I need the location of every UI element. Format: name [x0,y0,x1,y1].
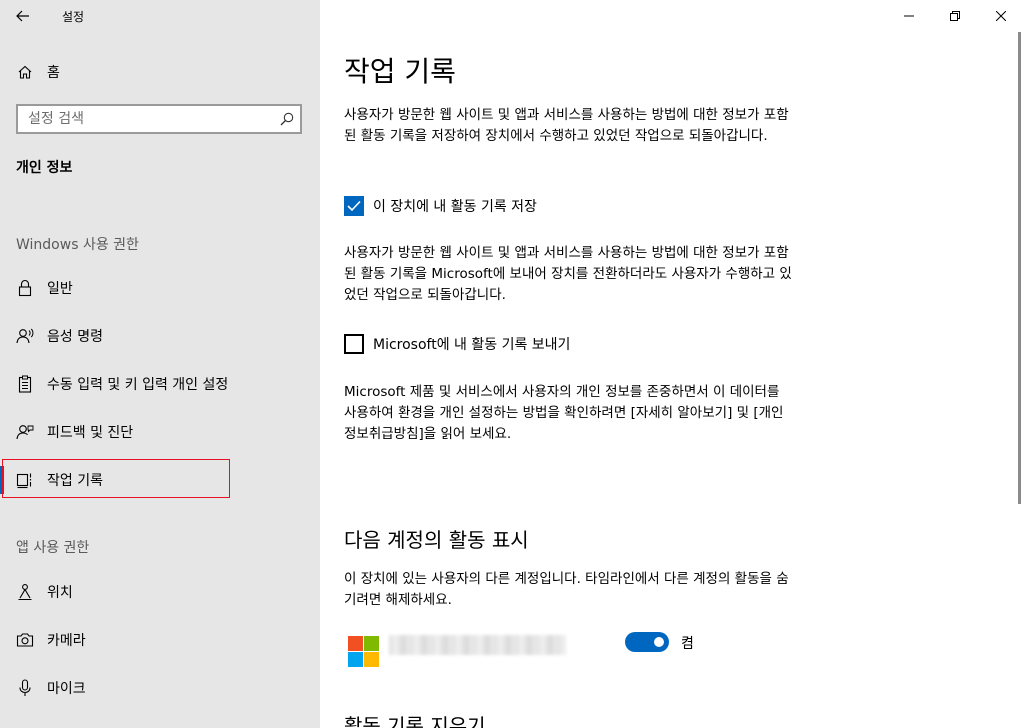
store-activity-label: 이 장치에 내 활동 기록 저장 [373,199,537,215]
sidebar-item-label: 피드백 및 진단 [47,425,134,441]
lock-icon [16,279,34,297]
restore-button[interactable] [932,0,978,32]
clear-history-heading: 활동 기록 지우기 [344,714,486,728]
store-activity-checkbox-row[interactable]: 이 장치에 내 활동 기록 저장 [344,195,537,217]
microphone-icon [16,679,34,697]
main-content: 작업 기록 사용자가 방문한 웹 사이트 및 앱과 서비스를 사용하는 방법에 … [320,0,1024,728]
sidebar-item-general[interactable]: 일반 [0,268,320,308]
sidebar: 설정 홈 개인 정보 Windows 사용 권한 [0,0,320,728]
location-icon [16,583,34,601]
sidebar-item-label: 수동 입력 및 키 입력 개인 설정 [47,377,229,393]
sidebar-item-activity-history[interactable]: 작업 기록 [0,460,320,500]
sidebar-item-home[interactable]: 홈 [0,52,320,92]
title-bar-left: 설정 [0,0,320,32]
sidebar-item-feedback[interactable]: 피드백 및 진단 [0,412,320,452]
store-activity-checkbox[interactable] [344,196,364,216]
send-activity-description: 사용자가 방문한 웹 사이트 및 앱과 서비스를 사용하는 방법에 대한 정보가… [344,245,792,303]
group-header-windows: Windows 사용 권한 [16,237,139,253]
microsoft-logo-icon [348,636,379,667]
account-activity-toggle[interactable] [625,632,669,652]
toggle-knob [654,637,664,647]
sidebar-item-label: 홈 [47,65,60,81]
sidebar-item-label: 위치 [47,585,73,601]
scrollbar[interactable] [1018,32,1021,504]
minimize-button[interactable] [886,0,932,32]
close-icon [996,11,1006,21]
clipboard-icon [16,375,34,393]
sidebar-item-label: 작업 기록 [47,473,103,489]
sidebar-item-label: 일반 [47,281,73,297]
camera-icon [16,631,34,649]
speech-icon [16,327,34,345]
sidebar-item-label: 마이크 [47,681,86,697]
group-header-apps: 앱 사용 권한 [16,540,90,556]
accounts-description: 이 장치에 있는 사용자의 다른 계정입니다. 타임라인에서 다른 계정의 활동… [344,571,789,608]
close-button[interactable] [978,0,1024,32]
search-input[interactable] [18,106,280,132]
send-activity-label: Microsoft에 내 활동 기록 보내기 [373,337,571,353]
send-activity-checkbox-row[interactable]: Microsoft에 내 활동 기록 보내기 [344,333,570,355]
home-icon [16,63,34,81]
sidebar-item-speech[interactable]: 음성 명령 [0,316,320,356]
sidebar-item-camera[interactable]: 카메라 [0,620,320,660]
activity-description: 사용자가 방문한 웹 사이트 및 앱과 서비스를 사용하는 방법에 대한 정보가… [344,107,789,144]
restore-icon [950,11,960,21]
sidebar-item-microphone[interactable]: 마이크 [0,668,320,708]
search-icon[interactable] [279,111,295,127]
feedback-icon [16,423,34,441]
account-email-redacted [389,635,566,655]
activity-history-icon [16,471,34,489]
checkmark-icon [347,200,361,212]
settings-window: 설정 홈 개인 정보 Windows 사용 권한 [0,0,1024,728]
sidebar-item-location[interactable]: 위치 [0,572,320,612]
sidebar-item-label: 카메라 [47,633,86,649]
toggle-state-label: 켬 [681,636,694,652]
back-arrow-icon [16,10,29,22]
sidebar-item-inking-typing[interactable]: 수동 입력 및 키 입력 개인 설정 [0,364,320,404]
page-title: 작업 기록 [344,55,456,88]
account-row: 켬 [344,630,744,670]
minimize-icon [904,15,914,17]
section-title: 개인 정보 [16,160,73,176]
privacy-info-text: Microsoft 제품 및 서비스에서 사용자의 개인 정보를 존중하면서 이… [344,384,784,442]
search-box[interactable] [16,104,302,134]
accounts-heading: 다음 계정의 활동 표시 [344,528,529,552]
sidebar-item-label: 음성 명령 [47,329,103,345]
send-activity-checkbox[interactable] [344,334,364,354]
app-title: 설정 [62,10,85,24]
back-button[interactable] [8,2,38,30]
